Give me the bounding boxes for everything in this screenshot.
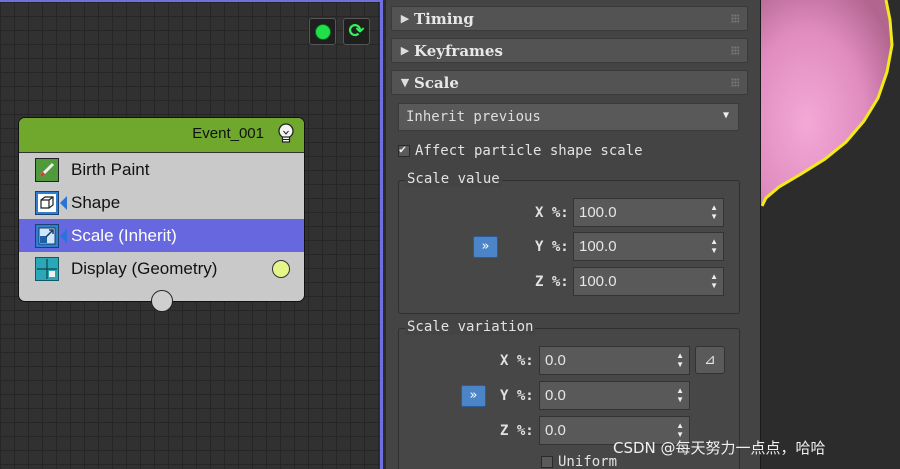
uniform-row[interactable]: Uniform [541,454,617,469]
refresh-button[interactable]: ⟳ [343,18,370,45]
green-dot-icon [314,23,331,40]
spinner-arrows-icon[interactable]: ▲ ▼ [676,386,684,404]
chevron-down-icon: ▼ [400,76,410,89]
scale-x-spinner[interactable]: 100.0 ▲ ▼ [573,198,724,227]
watermark: CSDN @每天努力一点点，哈哈 [613,439,826,457]
expand-value-button[interactable]: » [473,236,498,258]
lightbulb-icon[interactable] [276,123,296,145]
chevron-right-icon: ▶ [400,44,410,57]
green-dot-button[interactable] [309,18,336,45]
variation-x-spinner[interactable]: 0.0 ▲ ▼ [539,346,690,375]
particle-view-editor[interactable]: ⟳ Event_001 Birth Paint Shape Scale (Inh… [0,0,383,469]
operator-display-geometry[interactable]: Display (Geometry) [19,252,304,285]
y-label: Y %: [500,388,534,404]
event-node[interactable]: Event_001 Birth Paint Shape Scale (Inher… [18,117,305,312]
z-label: Z %: [535,274,569,290]
group-label: Scale variation [405,319,536,335]
spinner-value: 0.0 [545,352,566,369]
operator-label: Display (Geometry) [71,258,218,278]
3d-viewport[interactable] [760,0,900,469]
operator-label: Birth Paint [71,159,150,179]
cube-icon [35,190,59,215]
selection-pointer [60,196,67,210]
dropdown-arrow-icon: ▼ [722,110,729,121]
affect-shape-scale-row[interactable]: ✔ Affect particle shape scale [398,142,643,159]
uniform-label: Uniform [558,454,618,469]
rollout-title: Keyframes [414,41,503,60]
event-header[interactable]: Event_001 [19,118,304,153]
y-label: Y %: [535,239,569,255]
spinner-value: 0.0 [545,422,566,439]
checkmark-icon: ✔ [399,142,407,156]
dropdown-value: Inherit previous [406,109,541,125]
rollout-scale[interactable]: ▼ Scale [391,70,748,95]
x-label: X %: [500,353,534,369]
spinner-arrows-icon[interactable]: ▲ ▼ [710,237,718,255]
spinner-value: 100.0 [579,204,617,221]
expand-variation-button[interactable]: » [461,385,486,407]
properties-panel: ▶ Timing ▶ Keyframes ▼ Scale Inherit pre… [386,0,760,469]
spinner-value: 100.0 [579,273,617,290]
x-label: X %: [535,205,569,221]
display-color-swatch[interactable] [272,259,290,278]
uniform-checkbox[interactable] [541,456,553,468]
grip-icon[interactable] [731,78,739,87]
operator-birth-paint[interactable]: Birth Paint [19,153,304,186]
refresh-icon: ⟳ [348,20,365,42]
affect-shape-scale-checkbox[interactable]: ✔ [398,142,410,157]
operator-label: Scale (Inherit) [71,225,177,245]
spinner-arrows-icon[interactable]: ▲ ▼ [710,272,718,290]
variation-y-spinner[interactable]: 0.0 ▲ ▼ [539,381,690,410]
sphere-object[interactable] [761,0,900,469]
grip-icon[interactable] [731,14,739,23]
operator-label: Shape [71,192,121,212]
group-label: Scale value [405,171,502,187]
output-socket[interactable] [151,290,173,312]
spinner-value: 100.0 [579,238,617,255]
grip-icon[interactable] [731,46,739,55]
display-grid-icon [35,256,59,281]
scale-icon [35,223,59,248]
rollout-keyframes[interactable]: ▶ Keyframes [391,38,748,63]
spinner-arrows-icon[interactable]: ▲ ▼ [676,351,684,369]
rollout-timing[interactable]: ▶ Timing [391,6,748,31]
rollout-title: Scale [414,73,459,92]
scale-z-spinner[interactable]: 100.0 ▲ ▼ [573,267,724,296]
uniform-toggle-button[interactable]: ⊿ [695,346,725,374]
affect-shape-scale-label: Affect particle shape scale [415,143,643,159]
spinner-value: 0.0 [545,387,566,404]
rollout-title: Timing [414,9,474,28]
selection-pointer [60,229,67,243]
operator-shape[interactable]: Shape [19,186,304,219]
scale-y-spinner[interactable]: 100.0 ▲ ▼ [573,232,724,261]
chevron-right-icon: ▶ [400,12,410,25]
z-label: Z %: [500,423,534,439]
event-title: Event_001 [192,125,264,142]
scale-value-group: Scale value X %: 100.0 ▲ ▼ Y %: 100.0 ▲ ▼ … [398,171,740,314]
paint-brush-icon [35,157,59,182]
scale-type-dropdown[interactable]: Inherit previous ▼ [398,103,739,131]
operator-scale-inherit[interactable]: Scale (Inherit) [19,219,304,252]
spinner-arrows-icon[interactable]: ▲ ▼ [710,203,718,221]
